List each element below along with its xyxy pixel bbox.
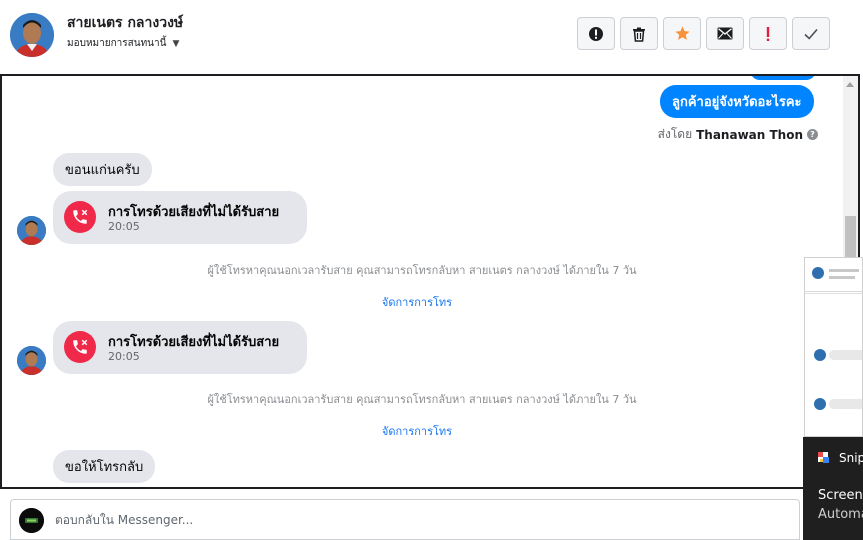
scroll-up-arrow-icon[interactable] [846, 82, 854, 87]
star-icon [674, 26, 690, 40]
missed-call-icon [64, 331, 96, 363]
reply-composer [10, 499, 800, 540]
sent-by-label: ส่งโดย Thanawan Thon ? [658, 125, 818, 144]
alert-circle-icon [589, 26, 603, 41]
call-title: การโทรด้วยเสียงที่ไม่ได้รับสาย [108, 205, 280, 220]
screenshot-preview-thumbnail[interactable] [804, 257, 863, 437]
call-system-note: ผู้ใช้โทรหาคุณนอกเวลารับสาย คุณสามารถโทร… [207, 264, 637, 277]
assign-label: มอบหมายการสนทนานี้ [67, 38, 167, 49]
trash-icon [633, 27, 645, 42]
contact-avatar-small[interactable] [17, 216, 46, 245]
preview-frame [805, 291, 862, 436]
scrollbar-thumb[interactable] [845, 216, 856, 260]
outgoing-message: ลูกค้าอยู่จังหวัดอะไรคะ [660, 85, 814, 118]
preview-avatar [812, 267, 824, 279]
mark-done-button[interactable] [792, 17, 830, 50]
preview-line [829, 276, 855, 279]
toast-body: Automa [818, 507, 863, 522]
envelope-icon [717, 27, 733, 40]
incoming-message: ขอให้โทรกลับ [53, 450, 156, 483]
star-button[interactable] [663, 17, 701, 50]
missed-call-icon [64, 201, 96, 233]
assign-conversation-dropdown[interactable]: มอบหมายการสนทนานี้ ▼ [67, 36, 179, 51]
toast-title: Screens [818, 488, 863, 503]
preview-bubble [829, 350, 862, 360]
toast-app-name: Snip [839, 451, 863, 465]
call-time: 20:05 [108, 350, 140, 363]
snip-notification-toast[interactable]: Snip Screens Automa [803, 437, 863, 540]
snip-app-icon [818, 452, 829, 463]
message-thread[interactable]: ลูกค้าอยู่จังหวัดอะไรคะ ส่งโดย Thanawan … [0, 74, 860, 489]
incoming-message: ขอนแก่นครับ [53, 153, 152, 186]
contact-avatar-small[interactable] [17, 346, 46, 375]
preview-avatar [814, 349, 826, 361]
spam-button[interactable] [577, 17, 615, 50]
sent-by-prefix: ส่งโดย [657, 127, 693, 141]
preview-avatar [814, 398, 826, 410]
missed-call-card[interactable]: การโทรด้วยเสียงที่ไม่ได้รับสาย 20:05 [53, 321, 307, 374]
mark-unread-button[interactable] [706, 17, 744, 50]
manage-calls-link[interactable]: จัดการการโทร [2, 293, 832, 311]
preview-bubble [829, 399, 862, 409]
reply-input[interactable] [55, 506, 755, 534]
checkmark-icon [804, 28, 818, 40]
previous-outgoing-bubble [750, 76, 816, 80]
call-title: การโทรด้วยเสียงที่ไม่ได้รับสาย [108, 335, 280, 350]
caret-down-icon: ▼ [172, 38, 180, 49]
page-avatar [19, 508, 44, 533]
sent-by-name: Thanawan Thon [696, 127, 803, 142]
call-system-note: ผู้ใช้โทรหาคุณนอกเวลารับสาย คุณสามารถโทร… [207, 393, 637, 406]
follow-up-button[interactable] [749, 17, 787, 50]
toast-app-row: Snip [817, 451, 863, 465]
conversation-header: สายเนตร กลางวงษ์ มอบหมายการสนทนานี้ ▼ [0, 0, 863, 74]
manage-calls-link[interactable]: จัดการการโทร [2, 422, 832, 440]
call-time: 20:05 [108, 220, 140, 233]
conversation-actions [577, 17, 830, 50]
contact-avatar[interactable] [10, 13, 54, 57]
preview-header [805, 258, 862, 294]
missed-call-card[interactable]: การโทรด้วยเสียงที่ไม่ได้รับสาย 20:05 [53, 191, 307, 244]
delete-button[interactable] [620, 17, 658, 50]
question-icon[interactable]: ? [807, 129, 818, 140]
contact-name: สายเนตร กลางวงษ์ [67, 15, 184, 31]
exclamation-icon [766, 26, 770, 41]
preview-line [829, 269, 859, 272]
